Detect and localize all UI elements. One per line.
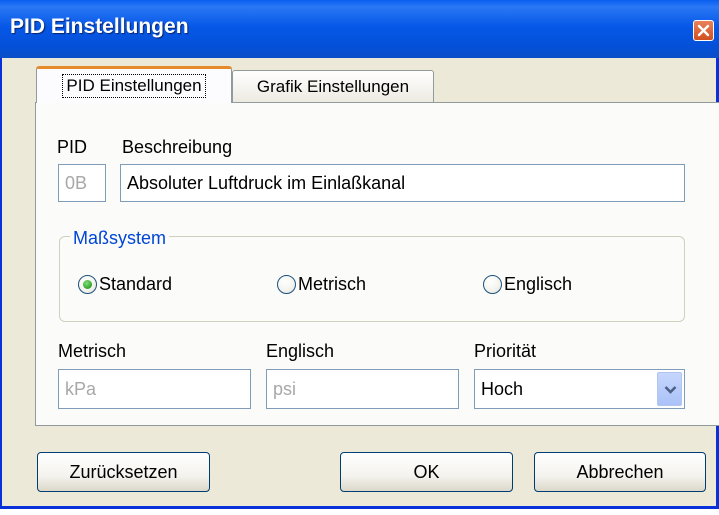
- description-value: Absoluter Luftdruck im Einlaßkanal: [127, 172, 406, 193]
- radio-button[interactable]: [483, 275, 502, 294]
- close-icon: [697, 24, 710, 37]
- title-bar[interactable]: PID Einstellungen: [0, 0, 719, 58]
- reset-button[interactable]: Zurücksetzen: [37, 452, 210, 492]
- english-unit-field: psi: [266, 369, 459, 409]
- priority-value: Hoch: [481, 378, 524, 399]
- ok-button[interactable]: OK: [340, 452, 513, 492]
- description-label: Beschreibung: [122, 137, 233, 157]
- radio-button[interactable]: [277, 275, 296, 294]
- tab-pid-settings[interactable]: PID Einstellungen: [36, 66, 232, 103]
- dropdown-button[interactable]: [657, 372, 682, 406]
- pid-field: 0B: [58, 164, 106, 202]
- cancel-button[interactable]: Abbrechen: [534, 452, 706, 492]
- metric-unit-label: Metrisch: [58, 341, 127, 361]
- priority-select[interactable]: Hoch: [474, 369, 685, 409]
- metric-unit-field: kPa: [58, 369, 251, 409]
- dialog-window: PID Einstellungen PID Einstellungen Graf…: [0, 0, 719, 509]
- cancel-label: Abbrechen: [576, 461, 664, 482]
- tab-label: PID Einstellungen: [62, 74, 206, 98]
- description-field[interactable]: Absoluter Luftdruck im Einlaßkanal: [120, 164, 685, 202]
- measure-system-legend: Maßsystem: [70, 228, 170, 249]
- pid-label: PID: [57, 137, 88, 157]
- english-unit-label: Englisch: [266, 341, 335, 361]
- radio-label[interactable]: Standard: [99, 274, 172, 295]
- metric-unit-value: kPa: [65, 378, 97, 399]
- radio-label[interactable]: Englisch: [504, 274, 572, 295]
- chevron-down-icon: [664, 386, 677, 394]
- window-title: PID Einstellungen: [10, 15, 189, 38]
- ok-label: OK: [413, 461, 440, 482]
- reset-label: Zurücksetzen: [69, 461, 178, 482]
- tab-graphics-settings[interactable]: Grafik Einstellungen: [232, 70, 434, 103]
- close-button[interactable]: [693, 20, 714, 41]
- tab-label: Grafik Einstellungen: [256, 77, 410, 96]
- radio-button[interactable]: [78, 275, 97, 294]
- radio-label[interactable]: Metrisch: [298, 274, 366, 295]
- pid-value: 0B: [65, 172, 88, 193]
- radio-selected-dot: [83, 280, 92, 289]
- english-unit-value: psi: [273, 378, 297, 399]
- priority-label: Priorität: [474, 341, 537, 361]
